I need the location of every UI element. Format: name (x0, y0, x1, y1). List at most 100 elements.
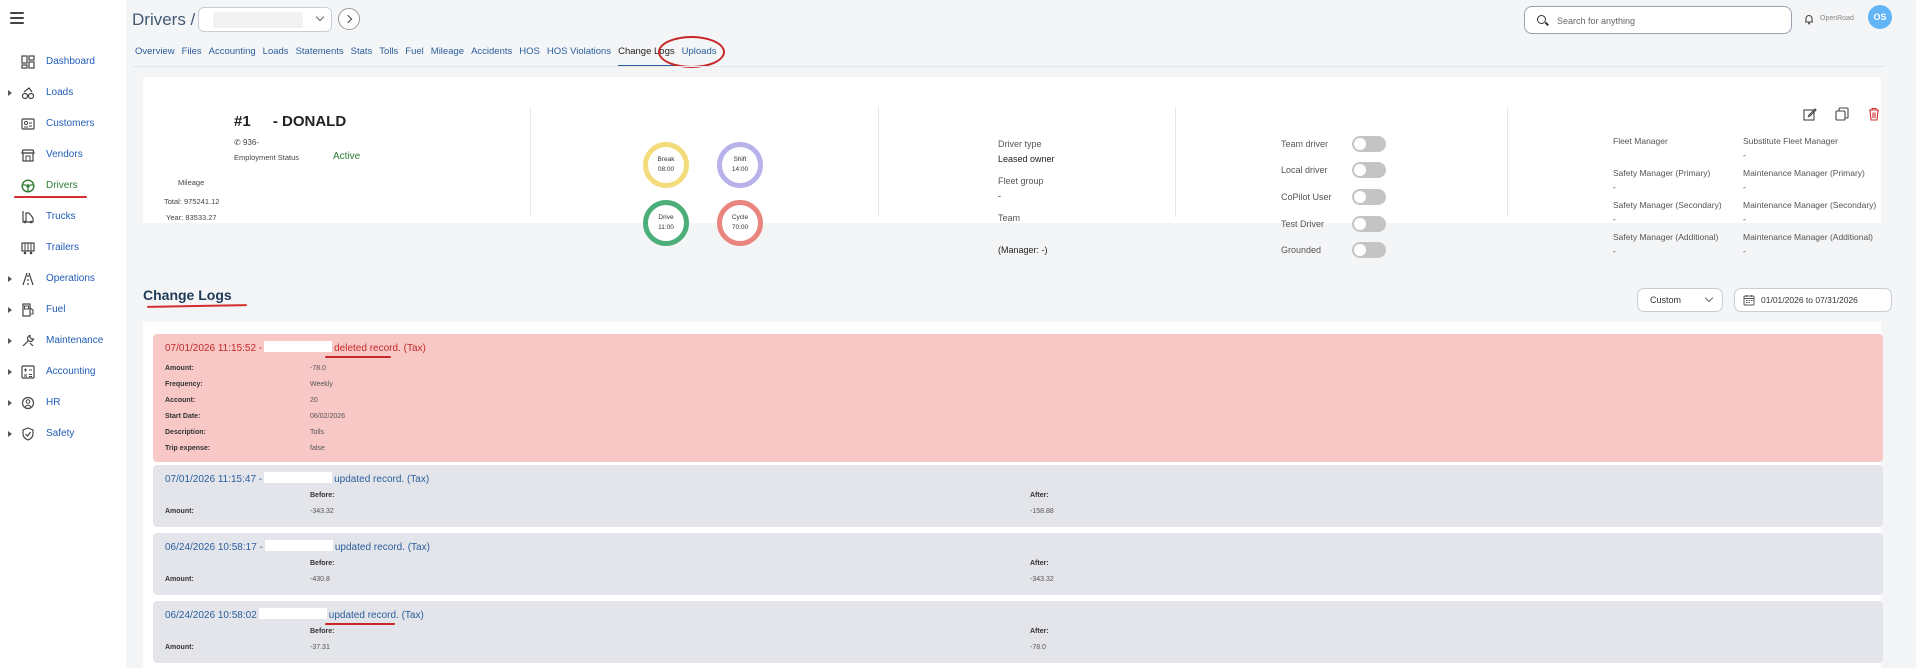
tab-stats[interactable]: Stats (351, 41, 373, 65)
field-label: Account: (165, 397, 196, 404)
sidebar-item-accounting[interactable]: Accounting (0, 357, 126, 388)
log-timestamp: 06/24/2026 10:58:17 - (165, 542, 263, 553)
after-value: -78.0 (1030, 644, 1046, 651)
sidebar: Dashboard Loads Customers Vendors Driver… (0, 0, 126, 668)
tab-hos[interactable]: HOS (519, 41, 540, 65)
next-driver-button[interactable] (338, 8, 360, 30)
team-driver-label: Team driver (1281, 139, 1329, 149)
caret-right-icon[interactable] (8, 369, 12, 375)
tab-tolls[interactable]: Tolls (379, 41, 398, 65)
bell-icon[interactable] (1803, 13, 1815, 25)
tab-loads[interactable]: Loads (263, 41, 289, 65)
log-action: deleted record. (Tax) (334, 343, 426, 354)
sidebar-item-hr[interactable]: HR (0, 388, 126, 419)
sidebar-item-maintenance[interactable]: Maintenance (0, 326, 126, 357)
sidebar-item-safety[interactable]: Safety (0, 419, 126, 450)
field-value: Tolls (310, 429, 325, 436)
sidebar-item-label: Loads (46, 87, 74, 98)
tab-uploads[interactable]: Uploads (682, 41, 717, 65)
tab-accidents[interactable]: Accidents (471, 41, 512, 65)
edit-icon[interactable] (1803, 107, 1817, 121)
sidebar-item-label: Drivers (46, 180, 78, 191)
hos-cycle-gauge: Cycle 70:00 (717, 200, 763, 246)
log-entry-header: 06/24/2026 10:58:17 - updated record. (Ta… (165, 540, 430, 553)
copy-icon[interactable] (1835, 107, 1849, 121)
range-type-select[interactable]: Custom (1637, 288, 1723, 312)
sidebar-item-vendors[interactable]: Vendors (0, 140, 126, 171)
sidebar-item-drivers[interactable]: Drivers (0, 171, 126, 202)
tab-statements[interactable]: Statements (296, 41, 344, 65)
caret-right-icon[interactable] (8, 90, 12, 96)
tab-change-logs[interactable]: Change Logs (618, 41, 675, 67)
range-type-value: Custom (1650, 295, 1682, 305)
field-label: Amount: (165, 576, 194, 583)
accounting-icon (21, 365, 35, 379)
safety-manager-additional-value: - (1613, 246, 1616, 256)
tabs-divider (132, 66, 1885, 67)
change-log-entry: 07/01/2026 11:15:47 - updated record. (Ta… (153, 465, 1883, 527)
organization-name: OpenRoad (1820, 15, 1854, 22)
vendors-icon (21, 148, 35, 162)
copilot-user-toggle[interactable] (1352, 189, 1386, 205)
fuel-icon (21, 303, 35, 317)
tab-mileage[interactable]: Mileage (431, 41, 464, 65)
log-action: updated record. (Tax) (334, 474, 430, 485)
tab-accounting[interactable]: Accounting (209, 41, 256, 65)
avatar[interactable]: OS (1868, 5, 1892, 29)
caret-right-icon[interactable] (8, 307, 12, 313)
before-value: -343.32 (310, 508, 334, 515)
delete-icon[interactable] (1867, 107, 1881, 121)
phone-icon: ✆ (234, 138, 241, 147)
log-entry-header: 07/01/2026 11:15:52 - deleted record. (Ta… (165, 341, 426, 354)
fleet-group-value: - (998, 191, 1001, 201)
divider (1507, 107, 1508, 217)
search-input[interactable] (1557, 13, 1777, 29)
chevron-down-icon (315, 12, 325, 22)
sidebar-item-operations[interactable]: Operations (0, 264, 126, 295)
field-label: Amount: (165, 365, 194, 372)
tab-files[interactable]: Files (182, 41, 202, 65)
safety-manager-primary-value: - (1613, 182, 1616, 192)
caret-right-icon[interactable] (8, 400, 12, 406)
global-search[interactable] (1524, 6, 1792, 34)
local-driver-toggle[interactable] (1352, 162, 1386, 178)
after-value: -158.88 (1030, 508, 1054, 515)
sidebar-item-trailers[interactable]: Trailers (0, 233, 126, 264)
caret-right-icon[interactable] (8, 431, 12, 437)
hr-icon (21, 396, 35, 410)
trailers-icon (21, 241, 35, 255)
caret-right-icon[interactable] (8, 276, 12, 282)
test-driver-label: Test Driver (1281, 219, 1325, 229)
team-driver-toggle[interactable] (1352, 136, 1386, 152)
sidebar-item-customers[interactable]: Customers (0, 109, 126, 140)
tab-fuel[interactable]: Fuel (405, 41, 423, 65)
after-value: -343.32 (1030, 576, 1054, 583)
test-driver-toggle[interactable] (1352, 216, 1386, 232)
driver-select[interactable] (198, 7, 332, 32)
redacted-driver-name (213, 12, 303, 28)
maintenance-manager-secondary-label: Maintenance Manager (Secondary) (1743, 200, 1877, 210)
tab-hos-violations[interactable]: HOS Violations (547, 41, 611, 65)
sidebar-item-loads[interactable]: Loads (0, 78, 126, 109)
customers-icon (21, 117, 35, 131)
caret-right-icon[interactable] (8, 338, 12, 344)
gauge-label: Cycle (731, 214, 749, 221)
hos-shift-gauge: Shift 14:00 (717, 142, 763, 188)
annotation-underline (14, 196, 87, 198)
grounded-toggle[interactable] (1352, 242, 1386, 258)
hos-drive-gauge: Drive 11:00 (643, 200, 689, 246)
sidebar-item-trucks[interactable]: Trucks (0, 202, 126, 233)
loads-icon (21, 86, 35, 100)
menu-icon[interactable] (10, 12, 24, 24)
sidebar-item-label: Fuel (46, 304, 66, 315)
calendar-icon (1743, 295, 1755, 306)
sidebar-item-dashboard[interactable]: Dashboard (0, 47, 126, 78)
maintenance-manager-additional-label: Maintenance Manager (Additional) (1743, 232, 1873, 242)
tab-overview[interactable]: Overview (135, 41, 175, 65)
field-value: 20 (310, 397, 318, 404)
page-title: Drivers / (132, 10, 196, 29)
gauge-value: 70:00 (731, 224, 749, 231)
sidebar-item-fuel[interactable]: Fuel (0, 295, 126, 326)
log-entry-header: 06/24/2026 10:58:02 updated record. (Tax) (165, 608, 424, 621)
date-range-picker[interactable]: 01/01/2026 to 07/31/2026 (1734, 288, 1892, 312)
